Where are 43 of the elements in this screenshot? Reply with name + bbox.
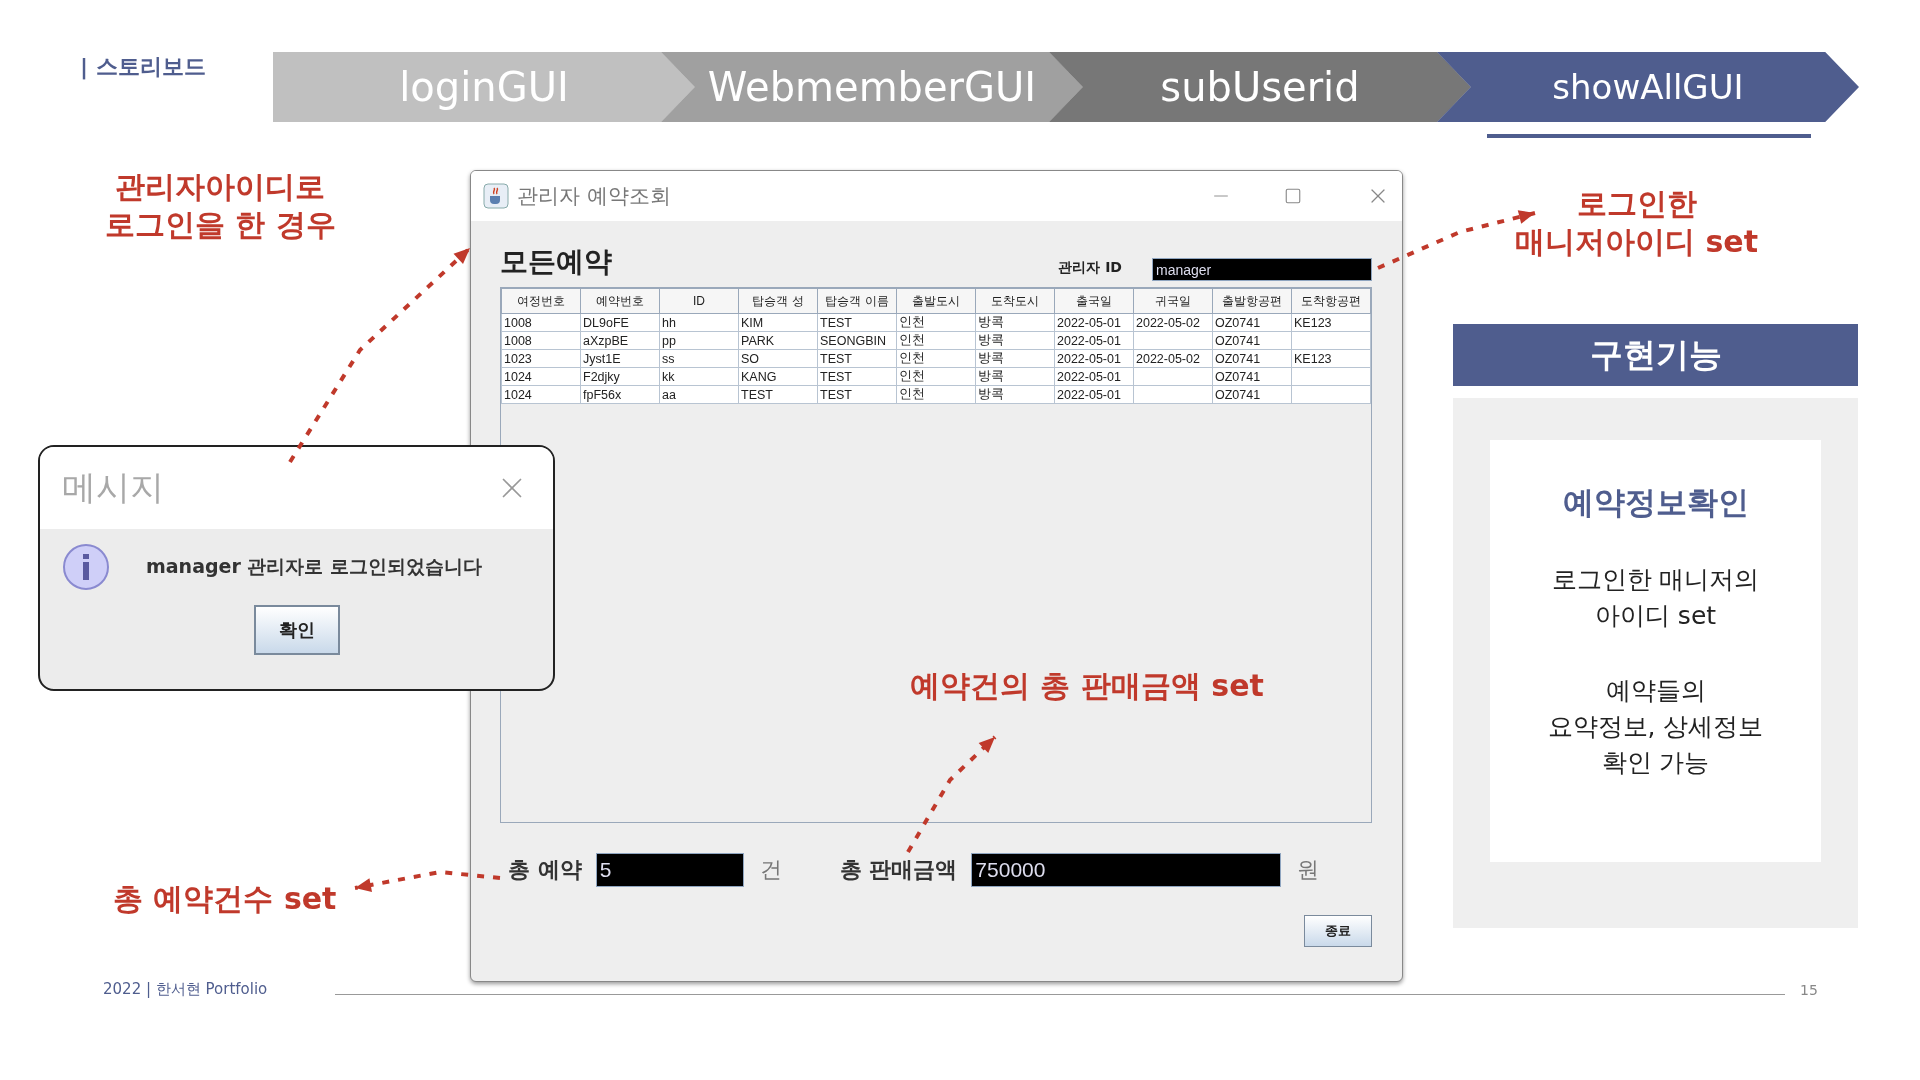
column-header[interactable]: 출발도시 (896, 288, 976, 314)
field-label: 관리자 ID (1058, 259, 1122, 277)
column-header[interactable]: 귀국일 (1133, 288, 1213, 314)
flow-step: showAllGUI (1437, 52, 1859, 122)
column-header[interactable]: 예약번호 (580, 288, 660, 314)
feature-description: 예약들의 요약정보, 상세정보 확인 가능 (1547, 674, 1764, 779)
unit-label: 원 (1297, 856, 1320, 884)
annotation-text: 로그인한 매니저아이디 set (1515, 185, 1758, 260)
unit-label: 건 (759, 856, 782, 884)
field-label: 총 예약 (508, 856, 582, 884)
maximize-icon[interactable] (1284, 187, 1302, 205)
ok-button[interactable]: 확인 (253, 605, 340, 655)
column-header[interactable]: 탑승객 이름 (817, 288, 897, 314)
column-header[interactable]: ID (659, 288, 739, 314)
flow-step: loginGUI (273, 52, 695, 122)
page-number: 15 (1800, 982, 1818, 998)
annotation-text: 관리자아이디로 로그인을 한 경우 (105, 168, 336, 243)
panel-header: 구현기능 (1453, 324, 1858, 386)
close-button[interactable]: 종료 (1304, 915, 1372, 947)
column-header[interactable]: 출국일 (1054, 288, 1134, 314)
column-header[interactable]: 탑승객 성 (738, 288, 818, 314)
annotation-text: 총 예약건수 set (113, 880, 337, 918)
flow-step: WebmemberGUI (661, 52, 1083, 122)
dialog-message: manager 관리자로 로그인되었습니다 (146, 554, 483, 579)
column-header[interactable]: 출발항공편 (1212, 288, 1292, 314)
window-heading: 모든예약 (500, 244, 613, 280)
admin-id-field[interactable]: manager (1152, 258, 1372, 281)
field-label: 총 판매금액 (839, 856, 958, 884)
column-header[interactable]: 여정번호 (501, 288, 581, 314)
info-icon (62, 543, 110, 591)
column-header[interactable]: 도착항공편 (1291, 288, 1371, 314)
section-title: | 스토리보드 (80, 53, 206, 82)
dialog-title: 메시지 (62, 466, 164, 509)
sales-field[interactable]: 750000 (971, 853, 1282, 887)
count-field[interactable]: 5 (595, 853, 744, 887)
column-header[interactable]: 도착도시 (975, 288, 1055, 314)
window-title: 관리자 예약조회 (517, 183, 672, 210)
cup-icon (483, 183, 509, 209)
feature-description: 로그인한 매니저의 아이디 set (1551, 564, 1760, 633)
feature-title: 예약정보확인 (1562, 483, 1749, 522)
flow-step: subUserid (1049, 52, 1471, 122)
annotation-text: 예약건의 총 판매금액 set (910, 667, 1264, 705)
footer-text: 2022 | 한서현 Portfolio (103, 980, 268, 999)
